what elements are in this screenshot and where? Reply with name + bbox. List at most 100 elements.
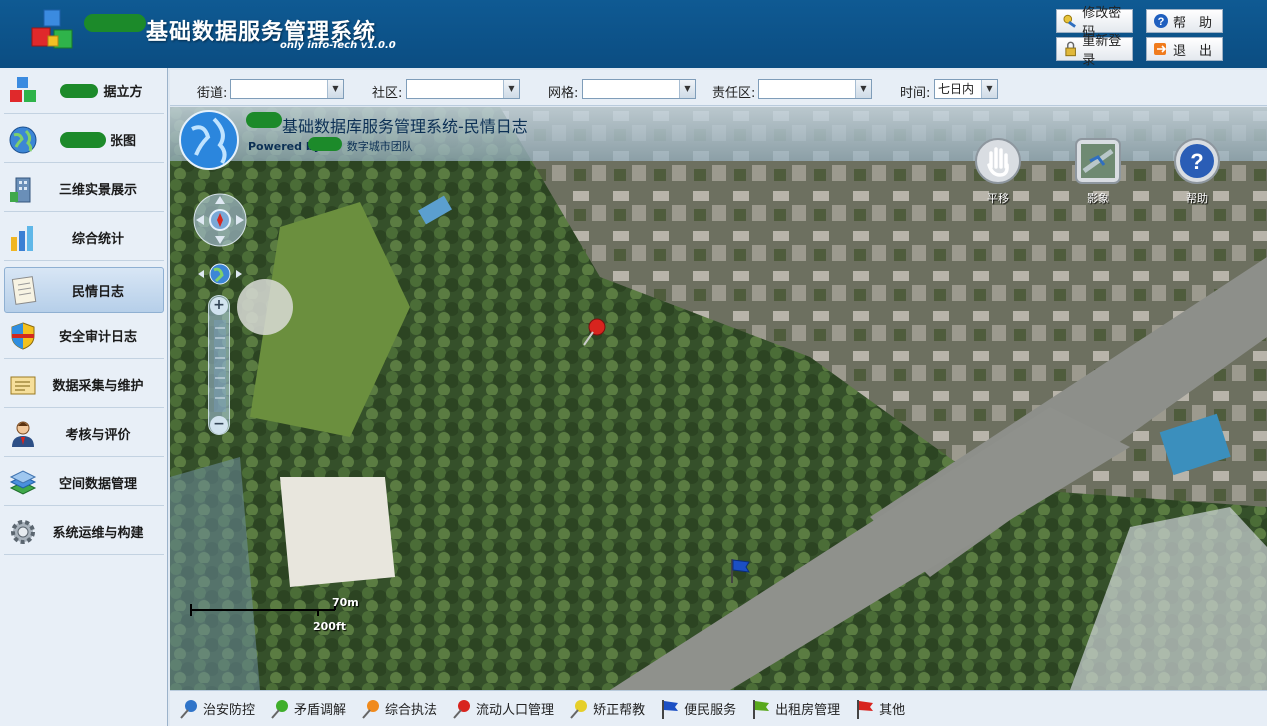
imagery-tool-label: 影象	[1087, 192, 1109, 205]
rotate-globe-icon[interactable]	[192, 261, 252, 287]
sidebar-item-system-ops[interactable]: 系统运维与构建	[4, 509, 164, 555]
sidebar-item-3d-scene[interactable]: 三维实景展示	[4, 166, 164, 212]
blue-flag-icon	[662, 699, 679, 719]
card-icon	[6, 368, 40, 402]
help-button[interactable]: ? 帮 助	[1146, 9, 1223, 33]
sidebar-item-label: 综合统计	[71, 232, 124, 247]
chevron-down-icon: ▼	[503, 80, 519, 98]
redaction-mark	[60, 84, 98, 98]
legend-item-other[interactable]: 其他	[854, 698, 905, 720]
compass-pan-icon[interactable]	[192, 192, 252, 252]
red-flag-icon	[857, 699, 874, 719]
legend-item-mediation[interactable]: 矛盾调解	[269, 698, 346, 720]
gear-icon	[6, 515, 40, 549]
sidebar-item-assessment[interactable]: 考核与评价	[4, 411, 164, 457]
map-scale-bar: 70m 200ft	[190, 596, 359, 633]
pan-tool-label: 平移	[987, 192, 1009, 205]
sidebar-item-label: 民情日志	[71, 284, 124, 300]
grid-label: 网格:	[548, 86, 579, 101]
sidebar-item-data-cube[interactable]: 据立方	[4, 68, 164, 114]
legend-item-correction[interactable]: 矫正帮教	[568, 698, 645, 720]
sidebar: 据立方 张图 三维实景展示 综合统计 民情日志 安全审计日志 数据采集与维护 考…	[0, 68, 168, 726]
green-pushpin-icon	[271, 699, 289, 719]
redaction-mark	[246, 112, 282, 128]
globe-icon	[6, 123, 40, 157]
pan-tool-button[interactable]: 平移	[973, 137, 1023, 206]
globe-logo-icon	[179, 110, 239, 170]
legend-label: 便民服务	[684, 703, 737, 718]
community-select[interactable]: ▼	[406, 79, 520, 99]
scale-imperial-label: 200ft	[313, 620, 347, 633]
map-help-button[interactable]: ? 帮助	[1172, 137, 1222, 206]
svg-text:?: ?	[1190, 149, 1203, 174]
chevron-down-icon: ▼	[679, 80, 695, 98]
zoom-slider[interactable]: + −	[208, 295, 230, 435]
orange-pushpin-icon	[362, 699, 380, 719]
map-help-label: 帮助	[1186, 192, 1208, 205]
scale-line	[190, 604, 336, 616]
district-label: 责任区:	[712, 86, 756, 101]
logout-label: 退 出	[1173, 43, 1213, 59]
map-navigation-control[interactable]	[192, 192, 252, 287]
logo-cubes-icon	[31, 9, 73, 49]
zoom-out-button[interactable]: −	[210, 416, 228, 434]
sidebar-item-label: 数据采集与维护	[52, 379, 144, 394]
legend-item-rental-management[interactable]: 出租房管理	[750, 698, 840, 720]
lock-icon	[1065, 41, 1076, 57]
map-marker-blue-flag-icon[interactable]	[728, 557, 752, 585]
sidebar-item-statistics[interactable]: 综合统计	[4, 215, 164, 261]
sidebar-item-one-map[interactable]: 张图	[4, 117, 164, 163]
community-label: 社区:	[372, 86, 403, 101]
sidebar-item-label: 考核与评价	[65, 428, 131, 443]
map-title: 基础数据库服务管理系统-民情日志	[282, 117, 528, 136]
grid-select[interactable]: ▼	[582, 79, 696, 99]
help-label: 帮 助	[1173, 15, 1213, 31]
shield-icon	[6, 319, 40, 353]
time-select[interactable]: 七日内 ▼	[934, 79, 998, 99]
key-icon	[1063, 14, 1076, 28]
legend-item-law-enforcement[interactable]: 综合执法	[360, 698, 437, 720]
redaction-mark	[84, 14, 146, 32]
chevron-down-icon: ▼	[855, 80, 871, 98]
app-header: 基础数据服务管理系统 only info-Tech v1.0.0 修改密码 ? …	[0, 0, 1267, 68]
street-label: 街道:	[197, 86, 228, 101]
redaction-mark	[308, 137, 342, 151]
zoom-ticks	[214, 320, 226, 412]
zoom-in-button[interactable]: +	[210, 297, 228, 315]
bar-chart-icon	[6, 221, 40, 255]
legend-item-convenience-service[interactable]: 便民服务	[659, 698, 736, 720]
sidebar-item-security-audit[interactable]: 安全审计日志	[4, 313, 164, 359]
imagery-tool-button[interactable]: 影象	[1073, 137, 1123, 206]
team-name: 数字城市团队	[346, 140, 413, 153]
relogin-label: 重新登录	[1082, 34, 1122, 68]
notebook-icon	[7, 273, 41, 307]
sidebar-item-label: 空间数据管理	[58, 477, 137, 492]
svg-text:?: ?	[1158, 16, 1165, 28]
category-legend-bar: 治安防控 矛盾调解 综合执法 流动人口管理 矫正帮教 便民服务 出租房管理 其他	[170, 690, 1267, 726]
legend-label: 流动人口管理	[476, 703, 555, 718]
chevron-down-icon: ▼	[981, 80, 997, 98]
street-select[interactable]: ▼	[230, 79, 344, 99]
legend-label: 其他	[879, 703, 906, 718]
satellite-photo-icon	[1075, 138, 1121, 184]
relogin-button[interactable]: 重新登录	[1056, 34, 1133, 68]
legend-item-public-security[interactable]: 治安防控	[178, 698, 255, 720]
time-label: 时间:	[900, 86, 931, 101]
sidebar-item-label: 据立方	[103, 85, 143, 100]
logout-button[interactable]: 退 出	[1146, 37, 1223, 61]
exit-icon	[1154, 43, 1167, 55]
district-select[interactable]: ▼	[758, 79, 872, 99]
help-circle-icon: ?	[1154, 14, 1168, 28]
legend-item-floating-population[interactable]: 流动人口管理	[451, 698, 554, 720]
layers-icon	[6, 466, 40, 500]
map-marker-red-pushpin-icon[interactable]	[580, 317, 608, 347]
scale-metric-label: 70m	[332, 596, 359, 609]
sidebar-item-spatial-data[interactable]: 空间数据管理	[4, 460, 164, 506]
legend-label: 出租房管理	[775, 703, 841, 718]
legend-label: 矛盾调解	[294, 703, 347, 718]
chevron-down-icon: ▼	[327, 80, 343, 98]
sidebar-item-data-collection[interactable]: 数据采集与维护	[4, 362, 164, 408]
sidebar-item-label: 安全审计日志	[58, 330, 137, 345]
sidebar-item-public-log[interactable]: 民情日志	[4, 267, 164, 313]
map-viewport[interactable]: 基础数据库服务管理系统-民情日志 Powered by 数字城市团队 平移 影象…	[170, 107, 1267, 690]
